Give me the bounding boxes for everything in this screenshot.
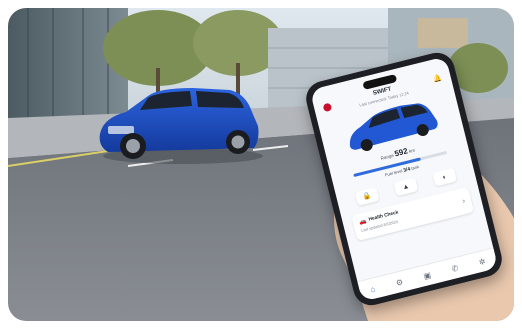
range-value: 592: [393, 146, 409, 159]
home-tab[interactable]: ⌂: [369, 284, 376, 294]
fuel-unit: tank: [410, 164, 420, 171]
fuel-label: Fuel level: [384, 168, 403, 178]
vehicle-tab[interactable]: ▣: [422, 270, 432, 281]
fuel-value: 3/4: [402, 166, 412, 174]
lights-icon[interactable]: ◐: [432, 167, 458, 187]
range-label: Range: [380, 152, 395, 161]
call-tab[interactable]: ✆: [451, 263, 460, 273]
service-tab[interactable]: ⚙: [395, 277, 404, 287]
lock-icon[interactable]: 🔒: [354, 186, 380, 206]
range-unit: km: [408, 147, 416, 154]
settings-tab[interactable]: ✲: [478, 256, 487, 266]
chevron-right-icon: ›: [461, 196, 467, 206]
car-icon: 🚗: [358, 218, 368, 227]
hazard-icon[interactable]: ▲: [393, 177, 419, 197]
photo-frame: 🔔 SWIFT Last connected: Today 11:24 Rang…: [8, 8, 514, 321]
